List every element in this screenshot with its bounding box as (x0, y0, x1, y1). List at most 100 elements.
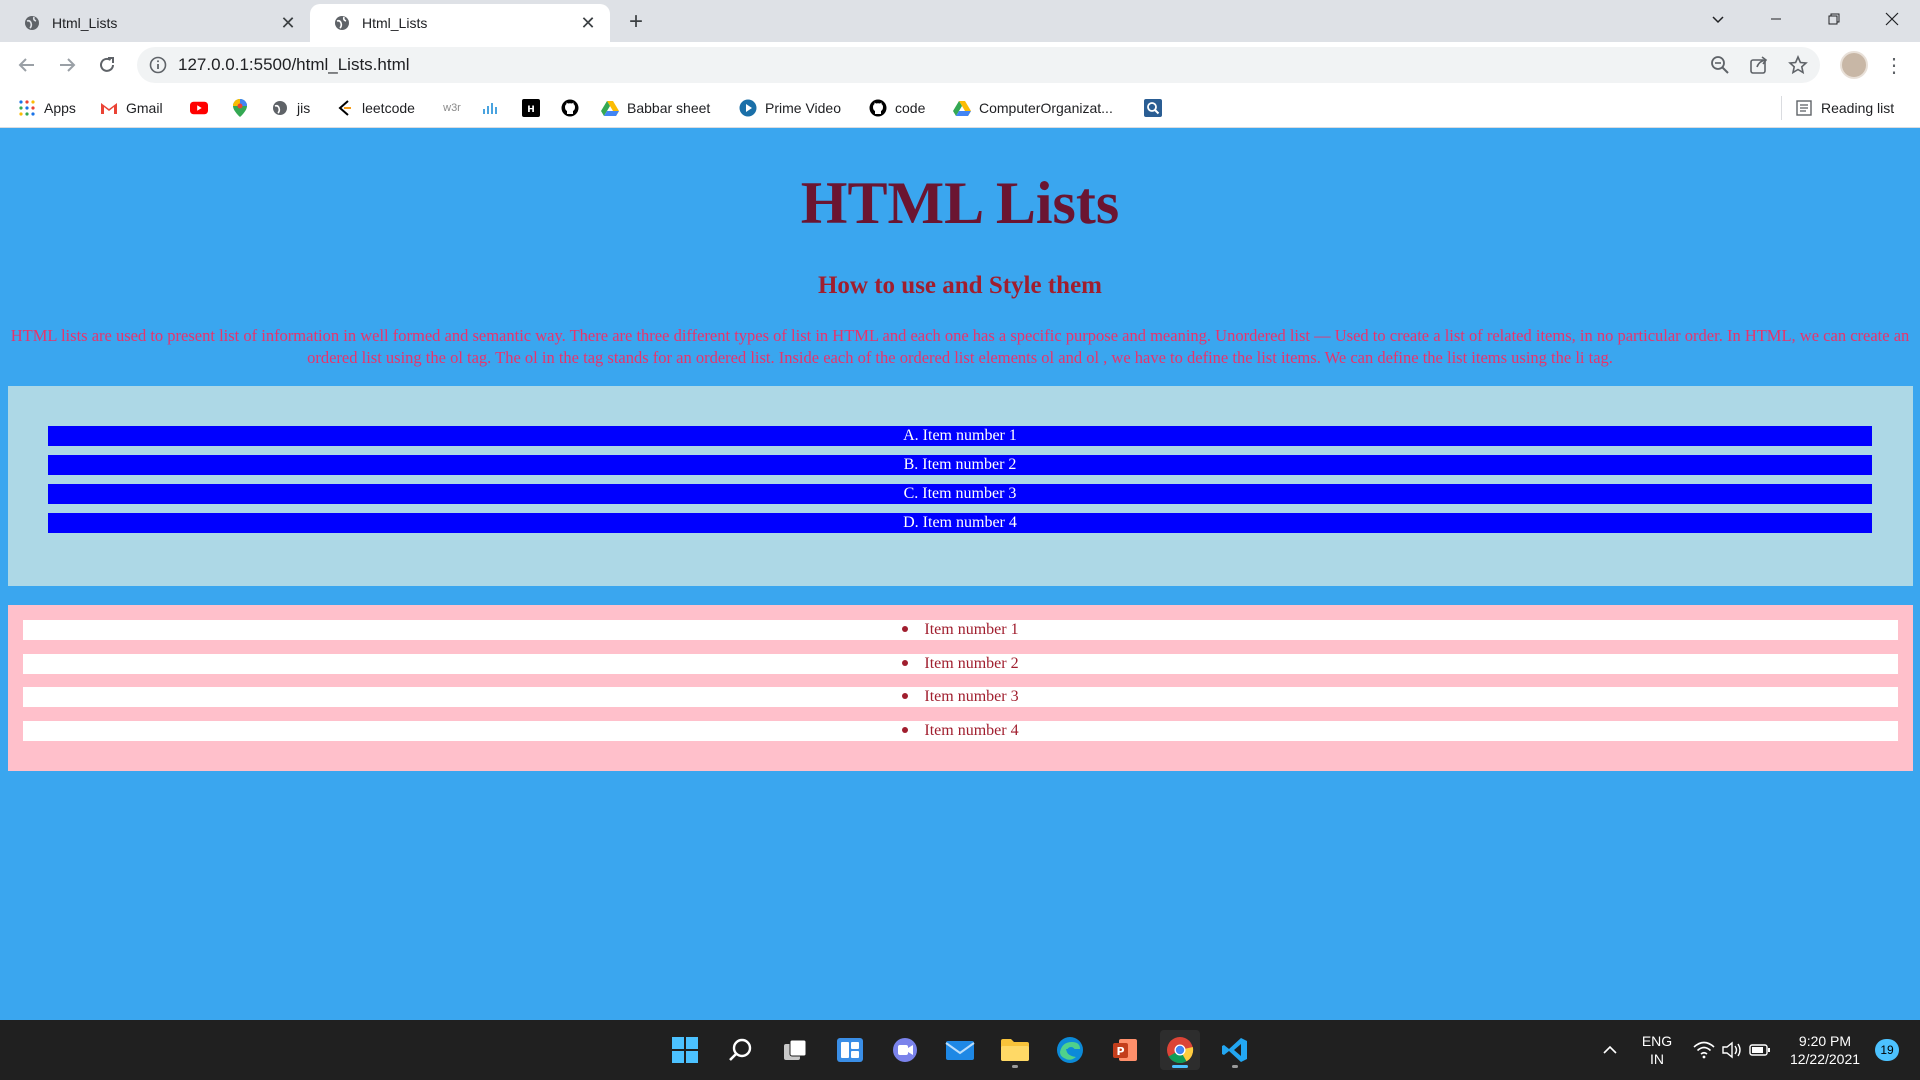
clock[interactable]: 9:20 PM 12/22/2021 (1786, 1032, 1864, 1068)
bookmark-label: leetcode (362, 100, 415, 116)
minimize-icon[interactable] (1748, 0, 1804, 38)
more-menu-icon[interactable]: ⋮ (1880, 51, 1908, 79)
powerpoint-icon: P (1113, 1039, 1137, 1061)
url-text[interactable]: 127.0.0.1:5500/html_Lists.html (178, 47, 410, 83)
teams-chat-button[interactable] (885, 1030, 925, 1070)
folder-icon (1001, 1039, 1029, 1061)
show-hidden-icons-button[interactable] (1594, 1030, 1626, 1070)
bookmark-search-box[interactable] (1144, 96, 1170, 120)
close-window-icon[interactable] (1864, 0, 1920, 38)
bookmark-hackerrank[interactable]: H (522, 96, 548, 120)
hackerrank-icon: H (522, 99, 540, 117)
bullet-icon (902, 693, 909, 700)
file-explorer-button[interactable] (995, 1030, 1035, 1070)
new-tab-button[interactable]: + (622, 8, 650, 36)
bookmark-chart[interactable] (482, 96, 508, 120)
bookmark-label: Gmail (126, 100, 163, 116)
running-indicator (1172, 1065, 1188, 1068)
github-icon (869, 99, 887, 117)
ordered-list: A. Item number 1 B. Item number 2 C. Ite… (8, 386, 1913, 586)
notification-badge[interactable]: 19 (1875, 1039, 1899, 1061)
volume-icon (1722, 1041, 1741, 1059)
clock-date: 12/22/2021 (1789, 1051, 1861, 1067)
globe-icon (25, 16, 39, 30)
chart-icon (482, 99, 500, 117)
bookmark-label: Prime Video (765, 100, 842, 116)
back-icon[interactable] (11, 49, 43, 81)
bookmark-computer-organization[interactable]: ComputerOrganizat... (953, 96, 1113, 120)
battery-icon (1749, 1044, 1770, 1056)
running-indicator (1012, 1065, 1018, 1068)
powerpoint-button[interactable]: P (1105, 1030, 1145, 1070)
prime-video-icon (739, 99, 757, 117)
bookmark-label: Apps (44, 100, 76, 116)
vscode-button[interactable] (1215, 1030, 1255, 1070)
edge-button[interactable] (1050, 1030, 1090, 1070)
list-item: Item number 2 (23, 654, 1898, 674)
task-view-button[interactable] (775, 1030, 815, 1070)
language-code: ENG (1641, 1033, 1673, 1049)
bookmark-leetcode[interactable]: leetcode (336, 96, 415, 120)
bookmark-gmail[interactable]: Gmail (100, 96, 163, 120)
forward-icon[interactable] (51, 49, 83, 81)
bookmarks-bar: Apps Gmail jis leetcode w3r H Babbar she… (0, 88, 1920, 128)
reload-icon[interactable] (91, 49, 123, 81)
list-item-text: Item number 2 (924, 655, 1019, 672)
clock-time: 9:20 PM (1798, 1033, 1852, 1049)
bookmark-code[interactable]: code (869, 96, 925, 120)
search-button[interactable] (720, 1030, 760, 1070)
list-item: Item number 3 (23, 687, 1898, 707)
list-item-text: Item number 3 (924, 688, 1019, 705)
search-icon (729, 1038, 752, 1061)
task-view-icon (784, 1039, 807, 1060)
bookmark-label: jis (297, 100, 311, 116)
bookmark-star-icon[interactable] (1788, 55, 1808, 75)
tab-search-icon[interactable] (1690, 0, 1746, 38)
address-bar[interactable]: 127.0.0.1:5500/html_Lists.html (137, 47, 1820, 83)
list-item: B. Item number 2 (48, 455, 1872, 475)
google-drive-icon (953, 99, 971, 117)
bookmark-label: code (895, 100, 926, 116)
quick-settings-button[interactable] (1686, 1030, 1778, 1070)
share-icon[interactable] (1749, 55, 1769, 75)
mail-button[interactable] (940, 1030, 980, 1070)
widgets-button[interactable] (830, 1030, 870, 1070)
bookmark-apps[interactable]: Apps (18, 96, 76, 120)
chrome-button[interactable] (1160, 1030, 1200, 1070)
zoom-icon[interactable] (1710, 55, 1730, 75)
bullet-icon (902, 727, 909, 734)
bookmark-maps[interactable] (231, 96, 257, 120)
chevron-up-icon (1603, 1045, 1617, 1054)
restore-icon[interactable] (1806, 0, 1862, 38)
unordered-list: Item number 1 Item number 2 Item number … (8, 605, 1913, 771)
bookmark-w3schools[interactable]: w3r (441, 96, 471, 120)
w3schools-icon: w3r (443, 102, 461, 114)
bookmark-jis[interactable]: jis (271, 96, 310, 120)
apps-grid-icon (18, 99, 36, 117)
taskbar: P ENG IN 9:20 PM 12/22/2021 19 (0, 1020, 1920, 1080)
reading-list-label: Reading list (1821, 100, 1895, 116)
bullet-icon (902, 660, 909, 667)
tab-html-lists-1[interactable]: Html_Lists ✕ (0, 4, 310, 42)
bookmark-github[interactable] (561, 96, 587, 120)
bookmark-youtube[interactable] (190, 96, 216, 120)
reading-list-button[interactable]: Reading list (1795, 96, 1894, 120)
svg-text:P: P (1116, 1045, 1124, 1058)
close-icon[interactable]: ✕ (576, 11, 600, 35)
tab-html-lists-2[interactable]: Html_Lists ✕ (310, 4, 610, 42)
profile-avatar[interactable] (1840, 51, 1868, 79)
language-indicator[interactable]: ENG IN (1636, 1032, 1678, 1068)
bookmark-babbar-sheet[interactable]: Babbar sheet (601, 96, 710, 120)
start-button[interactable] (665, 1030, 705, 1070)
close-icon[interactable]: ✕ (276, 11, 300, 35)
intro-paragraph: HTML lists are used to present list of i… (10, 326, 1910, 367)
site-info-icon[interactable] (149, 56, 167, 74)
svg-text:H: H (527, 105, 535, 115)
page-content: HTML Lists How to use and Style them HTM… (0, 129, 1920, 1020)
page-subtitle: How to use and Style them (817, 272, 1103, 299)
bookmark-prime-video[interactable]: Prime Video (739, 96, 841, 120)
vscode-icon (1222, 1038, 1247, 1062)
list-item: D. Item number 4 (48, 513, 1872, 533)
running-indicator (1232, 1065, 1238, 1068)
page-title: HTML Lists (800, 170, 1120, 236)
